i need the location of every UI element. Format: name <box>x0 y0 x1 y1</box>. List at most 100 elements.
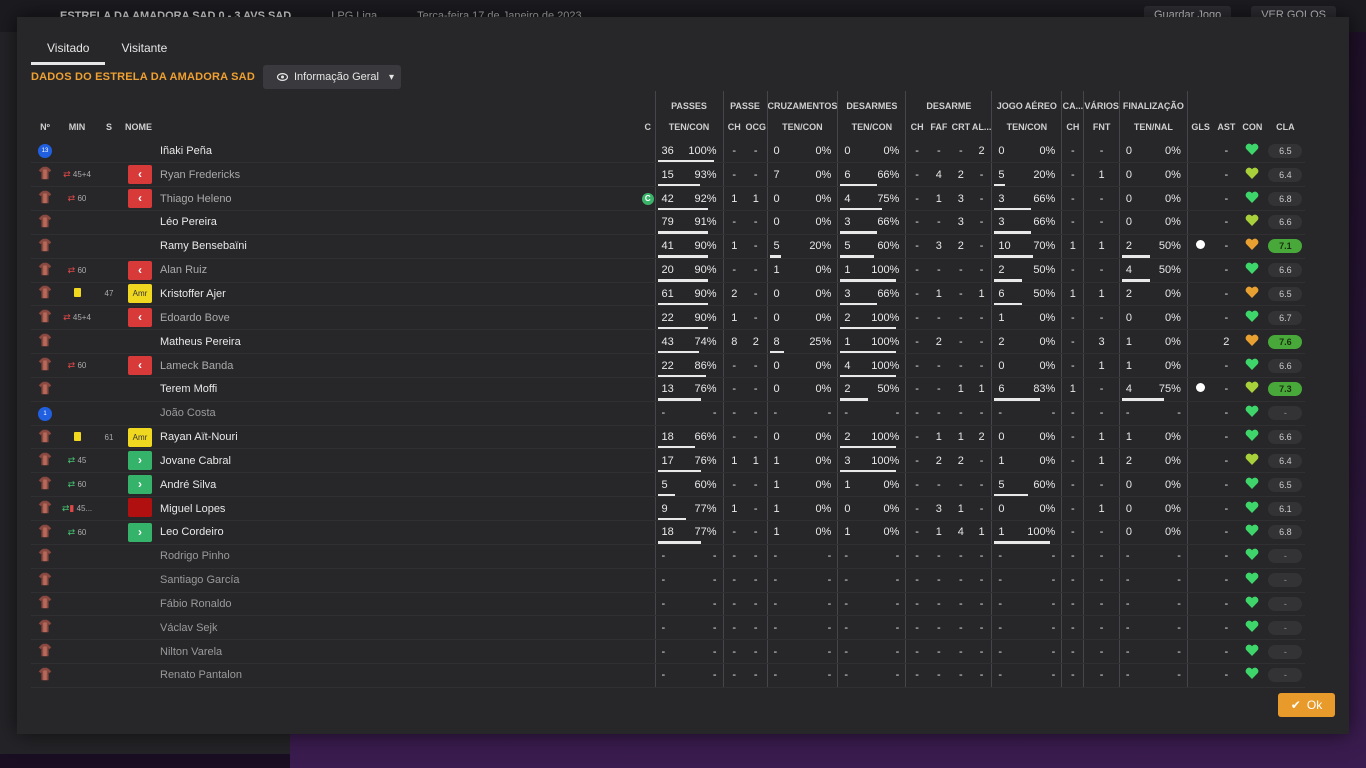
player-name[interactable]: Nilton Varela <box>157 639 641 665</box>
aer-attempts: - <box>998 621 1003 634</box>
al-cell: - <box>971 401 992 426</box>
col-name[interactable]: NOME <box>123 115 641 139</box>
player-row[interactable]: ⇄ 45+4 ‹ Ryan Fredericks 15 93% - - 7 0%… <box>31 162 1306 188</box>
ok-button[interactable]: ✔ Ok <box>1278 693 1335 717</box>
player-name[interactable]: Kristoffer Ajer <box>157 282 641 307</box>
col-sub[interactable]: S <box>95 115 123 139</box>
ocg-cell: - <box>745 234 767 259</box>
player-name[interactable]: Fábio Ronaldo <box>157 592 641 617</box>
shirt-icon <box>38 429 52 442</box>
player-row[interactable]: 47 Amr Kristoffer Ajer 61 90% 2 - 0 0% 3… <box>31 282 1306 307</box>
view-select[interactable]: Informação Geral ▾ <box>263 65 401 89</box>
aer-cell: - - <box>991 401 1062 426</box>
sub-cell <box>123 210 157 235</box>
col-ca-ch[interactable]: CH <box>1061 115 1084 139</box>
player-name[interactable]: Václav Sejk <box>157 615 641 641</box>
d_ch-cell: - <box>905 329 928 355</box>
col-tackles[interactable]: TEN/CON <box>837 115 906 139</box>
player-row[interactable]: Ramy Bensebaïni 41 90% 1 - 5 20% 5 60% -… <box>31 234 1306 259</box>
player-row[interactable]: ⇄ 60 › André Silva 5 60% - - 1 0% 1 0% -… <box>31 472 1306 498</box>
pas-attempts: 5 <box>661 478 668 491</box>
pas-percent: 90% <box>694 287 717 300</box>
fin-cell: 0 0% <box>1118 305 1188 331</box>
player-name[interactable]: Terem Moffi <box>157 377 641 402</box>
aer-cell: - - <box>991 663 1062 688</box>
condition-cell <box>1239 186 1266 212</box>
player-row[interactable]: ⇄ 45 › Jovane Cabral 17 76% 1 1 1 0% 3 1 <box>31 448 1306 474</box>
col-assists[interactable]: AST <box>1213 115 1239 139</box>
player-row[interactable]: 13 Iñaki Peña 36 100% - - 0 0% 0 0% - - … <box>31 139 1306 164</box>
player-row[interactable]: ⇄ 60 ‹ Thiago Heleno C 42 92% 1 1 0 0% 4 <box>31 186 1306 212</box>
d_ch-cell: - <box>905 496 928 521</box>
tab-away[interactable]: Visitante <box>105 41 183 65</box>
min-value-cell: 61 <box>95 425 123 450</box>
des-cell: 6 66% <box>837 162 906 188</box>
fin-attempts: 0 <box>1125 216 1132 229</box>
player-row[interactable]: ⇄▮ 45... Miguel Lopes 9 77% 1 - 1 0% 0 0… <box>31 496 1306 521</box>
col-min[interactable]: MIN <box>59 115 95 139</box>
player-name[interactable]: Thiago Heleno <box>157 186 641 212</box>
player-name[interactable]: Rayan Aït-Nouri <box>157 425 641 450</box>
col-crt[interactable]: CRT <box>950 115 972 139</box>
player-name[interactable]: Renato Pantalon <box>157 663 641 688</box>
player-row[interactable]: Fábio Ronaldo - - - - - - - - - - - - - … <box>31 592 1306 617</box>
player-row[interactable]: Nilton Varela - - - - - - - - - - - - - … <box>31 639 1306 665</box>
col-goals[interactable]: GLS <box>1186 115 1214 139</box>
col-number[interactable]: Nº <box>31 115 59 139</box>
min-cell <box>59 377 95 402</box>
player-name[interactable]: Alan Ruiz <box>157 258 641 283</box>
player-row[interactable]: Renato Pantalon - - - - - - - - - - - - … <box>31 663 1306 688</box>
col-tackle-ch[interactable]: CH <box>905 115 928 139</box>
col-shots[interactable]: TEN/NAL <box>1118 115 1188 139</box>
player-name[interactable]: Ryan Fredericks <box>157 162 641 188</box>
player-name[interactable]: Edoardo Bove <box>157 305 641 331</box>
player-row[interactable]: ⇄ 60 ‹ Alan Ruiz 20 90% - - 1 0% 1 100% <box>31 258 1306 283</box>
player-name[interactable]: Rodrigo Pinho <box>157 544 641 569</box>
player-row[interactable]: Matheus Pereira 43 74% 8 2 8 25% 1 100% <box>31 329 1306 355</box>
ocg-cell: - <box>745 210 767 235</box>
fnt-cell: - <box>1083 544 1120 569</box>
col-passes[interactable]: TEN/CON <box>654 115 723 139</box>
player-row[interactable]: Václav Sejk - - - - - - - - - - - - - - … <box>31 615 1306 641</box>
rating-badge: 6.6 <box>1268 215 1303 230</box>
fin-attempts: 1 <box>1125 431 1132 444</box>
player-name[interactable]: Iñaki Peña <box>157 139 641 164</box>
rating-badge: 6.1 <box>1268 501 1303 516</box>
player-name[interactable]: Léo Pereira <box>157 210 641 235</box>
player-name[interactable]: Lameck Banda <box>157 353 641 378</box>
player-name[interactable]: Matheus Pereira <box>157 329 641 355</box>
minute-label: 60 <box>77 527 87 537</box>
col-aerial[interactable]: TEN/CON <box>991 115 1062 139</box>
player-row[interactable]: 61 Amr Rayan Aït-Nouri 18 66% - - 0 0% 2… <box>31 425 1306 450</box>
faf-cell: - <box>927 639 950 665</box>
player-name[interactable]: Leo Cordeiro <box>157 520 641 545</box>
player-name[interactable]: Santiago García <box>157 568 641 593</box>
col-pass-ocg[interactable]: OCG <box>745 115 767 139</box>
col-pass-ch[interactable]: CH <box>722 115 745 139</box>
player-row[interactable]: Léo Pereira 79 91% - - 0 0% 3 66% - - 3 … <box>31 210 1306 235</box>
player-name[interactable]: Miguel Lopes <box>157 496 641 521</box>
player-row[interactable]: Terem Moffi 13 76% - - 0 0% 2 50% - - 1 … <box>31 377 1306 402</box>
player-row[interactable]: ⇄ 60 › Leo Cordeiro 18 77% - - 1 0% 1 0% <box>31 520 1306 545</box>
min-value-cell <box>95 592 123 617</box>
player-name[interactable]: Ramy Bensebaïni <box>157 234 641 259</box>
player-name[interactable]: André Silva <box>157 472 641 498</box>
player-row[interactable]: Rodrigo Pinho - - - - - - - - - - - - - … <box>31 544 1306 569</box>
player-name[interactable]: Jovane Cabral <box>157 448 641 474</box>
player-row[interactable]: ⇄ 60 ‹ Lameck Banda 22 86% - - 0 0% 4 1 0 <box>31 353 1306 378</box>
player-row[interactable]: 1 João Costa - - - - - - - - - - - - - -… <box>31 401 1306 426</box>
player-row[interactable]: ⇄ 45+4 ‹ Edoardo Bove 22 90% 1 - 0 0% 2 <box>31 305 1306 331</box>
col-captain[interactable]: C <box>641 115 655 139</box>
col-fnt[interactable]: FNT <box>1083 115 1120 139</box>
tab-home[interactable]: Visitado <box>31 41 106 65</box>
col-crosses[interactable]: TEN/CON <box>766 115 838 139</box>
col-rating[interactable]: CLA <box>1265 115 1305 139</box>
player-row[interactable]: Santiago García - - - - - - - - - - - - … <box>31 568 1306 593</box>
col-al[interactable]: AL... <box>972 115 992 139</box>
cru-cell: 0 0% <box>766 305 838 331</box>
col-faf[interactable]: FAF <box>928 115 950 139</box>
col-condition[interactable]: CON <box>1239 115 1265 139</box>
player-name[interactable]: João Costa <box>157 401 641 426</box>
condition-cell <box>1239 258 1266 283</box>
assists-cell: 2 <box>1213 329 1240 355</box>
